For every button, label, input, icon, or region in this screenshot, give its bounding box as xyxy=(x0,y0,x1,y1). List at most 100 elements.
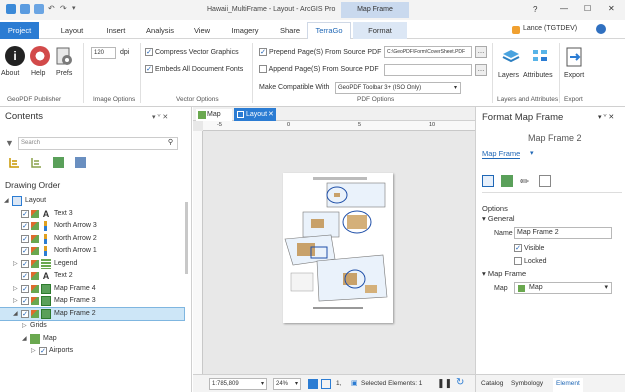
contents-tree-item[interactable]: A Text 3 xyxy=(0,208,184,221)
redo-icon[interactable]: ↷ xyxy=(60,4,67,13)
tab-layout-view[interactable]: Layout ✕ xyxy=(234,108,276,121)
name-input[interactable]: Map Frame 2 xyxy=(514,227,612,239)
pane-options-icon[interactable]: ▾ ⱽ ✕ xyxy=(598,113,614,121)
tab-symbology[interactable]: Symbology xyxy=(511,380,543,387)
collapse-icon[interactable]: ▷ xyxy=(13,285,18,292)
compress-vector-checkbox[interactable]: Compress Vector Graphics xyxy=(145,48,239,56)
lock-icon[interactable] xyxy=(31,309,39,318)
lock-icon[interactable] xyxy=(31,222,39,230)
refresh-icon[interactable]: ↻ xyxy=(456,377,464,388)
prefs-icon[interactable] xyxy=(55,46,73,66)
expand-icon[interactable]: ◢ xyxy=(22,335,27,342)
collapse-icon[interactable]: ▷ xyxy=(22,322,27,329)
lock-icon[interactable] xyxy=(31,259,39,268)
list-by-drawing-order-icon[interactable] xyxy=(9,157,20,168)
collapse-icon[interactable]: ▷ xyxy=(31,347,36,354)
zoom-select[interactable]: 24% ▾ xyxy=(273,378,301,390)
minimize-button[interactable]: — xyxy=(560,4,568,13)
contents-tree-item[interactable]: A Text 2 xyxy=(0,270,184,283)
prepend-pages-checkbox[interactable]: Prepend Page(S) From Source PDF xyxy=(259,48,381,56)
contents-tree-item[interactable]: North Arrow 3 xyxy=(0,220,184,233)
layout-page[interactable] xyxy=(283,173,393,323)
help-lifebuoy-icon[interactable] xyxy=(30,46,50,66)
layers-icon[interactable] xyxy=(502,48,520,66)
close-button[interactable]: ✕ xyxy=(608,4,615,13)
visibility-checkbox[interactable] xyxy=(21,284,29,293)
lock-icon[interactable] xyxy=(31,234,39,243)
contents-tree-item[interactable]: North Arrow 2 xyxy=(0,233,184,246)
visibility-checkbox[interactable] xyxy=(21,297,29,305)
element-type-dropdown[interactable]: Map Frame xyxy=(482,149,521,159)
append-browse-button[interactable]: … xyxy=(475,64,487,76)
list-by-editing-icon[interactable] xyxy=(75,157,86,168)
close-icon[interactable]: ✕ xyxy=(268,108,274,121)
tab-map-view[interactable]: Map xyxy=(196,109,232,121)
pane-options-icon[interactable]: ▾ ⱽ ✕ xyxy=(152,113,168,121)
embed-fonts-checkbox[interactable]: Embeds All Document Fonts xyxy=(145,65,243,73)
help-icon[interactable]: ? xyxy=(533,5,537,14)
contents-scrollbar[interactable] xyxy=(185,202,188,274)
contents-tree-item[interactable]: ◢ Map Frame 2 xyxy=(0,306,185,321)
filter-icon[interactable]: ▼ xyxy=(5,138,14,148)
list-by-source-icon[interactable] xyxy=(31,157,42,168)
tab-element[interactable]: Element xyxy=(553,378,583,392)
options-tab-icon[interactable] xyxy=(482,175,494,187)
help-button[interactable]: Help xyxy=(31,70,45,77)
attributes-button[interactable]: Attributes xyxy=(523,72,553,79)
contents-tree-item[interactable]: ▷ Grids xyxy=(0,320,184,333)
save-icon[interactable] xyxy=(6,4,16,14)
about-icon[interactable]: i xyxy=(5,46,25,66)
placement-tab-icon[interactable] xyxy=(539,175,551,187)
tab-insert[interactable]: Insert xyxy=(99,23,133,38)
fit-page-icon[interactable] xyxy=(308,379,318,389)
visible-checkbox[interactable]: Visible xyxy=(514,244,544,252)
contents-tree-item[interactable]: ▷ Map Frame 3 xyxy=(0,295,184,308)
undo-icon[interactable]: ↶ xyxy=(48,4,55,13)
lock-icon[interactable] xyxy=(31,297,39,305)
visibility-checkbox[interactable] xyxy=(21,234,29,243)
general-section[interactable]: ▾ General xyxy=(482,214,515,223)
visibility-checkbox[interactable] xyxy=(39,347,47,355)
visibility-checkbox[interactable] xyxy=(21,247,29,255)
list-by-selection-icon[interactable] xyxy=(53,157,64,168)
contents-tree-item[interactable]: ▷ Airports xyxy=(0,345,184,358)
tab-project[interactable]: Project xyxy=(0,22,39,39)
contents-search-input[interactable]: Search ⚲ xyxy=(18,137,178,150)
tab-layout[interactable]: Layout xyxy=(52,23,92,38)
contents-tree-item[interactable]: North Arrow 1 xyxy=(0,245,184,258)
contents-tree-item[interactable]: ◢ Layout xyxy=(0,195,184,208)
compat-select[interactable]: GeoPDF Toolbar 3+ (ISO Only) ▾ xyxy=(335,82,461,94)
tab-share[interactable]: Share xyxy=(273,23,307,38)
map-select[interactable]: Map ▾ xyxy=(514,282,612,294)
lock-icon[interactable] xyxy=(31,209,39,218)
attributes-icon[interactable] xyxy=(531,48,549,66)
visibility-checkbox[interactable] xyxy=(21,272,29,280)
tab-view[interactable]: View xyxy=(187,23,217,38)
user-avatar[interactable] xyxy=(596,24,606,34)
dpi-input[interactable]: 120 xyxy=(91,47,116,59)
new-icon[interactable] xyxy=(20,4,30,14)
pencil-icon[interactable]: ✏ xyxy=(520,175,532,188)
locked-checkbox[interactable]: Locked xyxy=(514,257,547,265)
about-button[interactable]: About xyxy=(1,70,19,77)
open-icon[interactable] xyxy=(34,4,44,14)
collapse-icon[interactable]: ▷ xyxy=(13,260,18,267)
contents-tree-item[interactable]: ◢ Map xyxy=(0,333,184,346)
export-button[interactable]: Export xyxy=(564,72,584,79)
tab-format[interactable]: Format xyxy=(353,22,407,39)
notification-icon[interactable] xyxy=(512,26,520,34)
prepend-path-input[interactable]: C:\GeoPDF\Form\CoverSheet.PDF xyxy=(384,46,472,58)
expand-icon[interactable]: ◢ xyxy=(13,310,18,317)
fixed-zoom-icon[interactable] xyxy=(321,379,331,389)
lock-icon[interactable] xyxy=(31,284,39,293)
expand-icon[interactable]: ◢ xyxy=(4,197,9,204)
visibility-checkbox[interactable] xyxy=(21,259,29,268)
collapse-icon[interactable]: ▷ xyxy=(13,297,18,304)
prefs-button[interactable]: Prefs xyxy=(56,70,72,77)
tab-catalog[interactable]: Catalog xyxy=(481,380,503,387)
lock-icon[interactable] xyxy=(31,247,39,255)
pause-drawing-icon[interactable]: ❚❚ xyxy=(437,378,452,389)
tab-imagery[interactable]: Imagery xyxy=(225,23,265,38)
customize-icon[interactable]: ▾ xyxy=(72,4,76,12)
export-icon[interactable] xyxy=(566,47,584,67)
